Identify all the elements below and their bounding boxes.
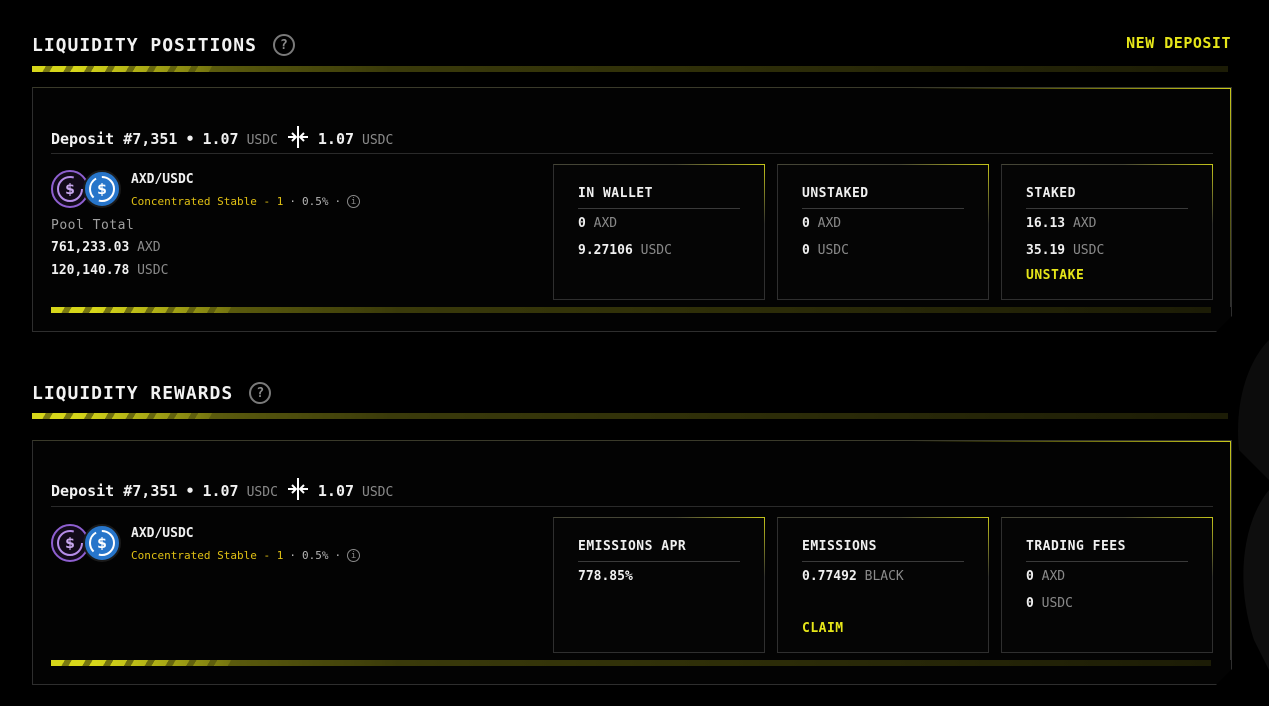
deposit-label: Deposit #7,351 — [51, 130, 178, 148]
unstaked-title: UNSTAKED — [802, 186, 869, 201]
pool-type: Concentrated Stable - 1 — [131, 195, 284, 208]
unstaked-axd-unit: AXD — [817, 216, 842, 231]
usdc-token-icon: $ — [83, 170, 121, 208]
positions-stripe-bar — [32, 66, 1228, 72]
staked-usdc-unit: USDC — [1072, 243, 1105, 258]
new-deposit-button[interactable]: NEW DEPOSIT — [1126, 34, 1231, 52]
deposit-summary: Deposit #7,351 • 1.07 USDC 1.07 USDC — [51, 120, 393, 148]
emissions-apr-value: 778.85% — [578, 569, 633, 584]
question-circle-icon[interactable]: ? — [249, 382, 272, 404]
claim-button[interactable]: CLAIM — [802, 621, 844, 636]
separator: • — [185, 482, 195, 500]
range-low-unit: USDC — [246, 133, 278, 148]
deposit-label: Deposit #7,351 — [51, 482, 178, 500]
unstaked-axd-value: 0 — [802, 216, 810, 231]
pool-usdc-value: 120,140.78 — [51, 263, 130, 278]
svg-text:$: $ — [65, 536, 75, 552]
card-stripe-bar — [51, 660, 1211, 666]
unstaked-usdc-value: 0 — [802, 243, 810, 258]
emissions-title: EMISSIONS — [802, 539, 877, 554]
trading-fees-box: TRADING FEES 0 AXD 0 USDC — [1001, 517, 1213, 653]
positions-header: LIQUIDITY POSITIONS ? — [32, 34, 295, 56]
range-high-unit: USDC — [362, 485, 394, 500]
card-divider — [51, 506, 1213, 507]
position-card: Deposit #7,351 • 1.07 USDC 1.07 USDC $ $… — [32, 87, 1232, 332]
info-circle-icon[interactable]: i — [347, 549, 360, 562]
separator: · — [334, 549, 342, 562]
card-stripe-bar — [51, 307, 1211, 313]
svg-text:$: $ — [97, 182, 107, 198]
fees-usdc-value: 0 — [1026, 596, 1034, 611]
range-high: 1.07 — [317, 482, 355, 500]
rewards-stripe-bar — [32, 413, 1228, 419]
svg-text:$: $ — [65, 182, 75, 198]
pool-axd-value: 761,233.03 — [51, 240, 130, 255]
fees-axd-value: 0 — [1026, 569, 1034, 584]
positions-title: LIQUIDITY POSITIONS — [32, 34, 257, 56]
svg-text:$: $ — [97, 536, 107, 552]
range-arrows-icon — [286, 477, 310, 501]
range-high-unit: USDC — [362, 133, 394, 148]
usdc-token-icon: $ — [83, 524, 121, 562]
pair-info: $ $ AXD/USDC Concentrated Stable - 1 · 0… — [51, 524, 360, 564]
rewards-title: LIQUIDITY REWARDS — [32, 382, 234, 404]
unstaked-box: UNSTAKED 0 AXD 0 USDC — [777, 164, 989, 300]
emissions-apr-box: EMISSIONS APR 778.85% — [553, 517, 765, 653]
range-high: 1.07 — [317, 130, 355, 148]
card-divider — [51, 153, 1213, 154]
wallet-axd-value: 0 — [578, 216, 586, 231]
reward-card: Deposit #7,351 • 1.07 USDC 1.07 USDC $ $… — [32, 440, 1232, 685]
deposit-summary: Deposit #7,351 • 1.07 USDC 1.07 USDC — [51, 472, 393, 500]
trading-fees-title: TRADING FEES — [1026, 539, 1126, 554]
pool-fee: 0.5% — [301, 195, 329, 208]
in-wallet-box: IN WALLET 0 AXD 9.27106 USDC — [553, 164, 765, 300]
pool-fee: 0.5% — [301, 549, 329, 562]
fees-axd-unit: AXD — [1041, 569, 1066, 584]
staked-box: STAKED 16.13 AXD 35.19 USDC UNSTAKE — [1001, 164, 1213, 300]
emissions-apr-title: EMISSIONS APR — [578, 539, 687, 554]
pair-name: AXD/USDC — [131, 172, 194, 187]
emissions-value: 0.77492 — [802, 569, 857, 584]
in-wallet-title: IN WALLET — [578, 186, 653, 201]
rewards-header: LIQUIDITY REWARDS ? — [32, 382, 272, 404]
unstaked-usdc-unit: USDC — [817, 243, 849, 258]
range-low: 1.07 — [202, 482, 239, 500]
question-circle-icon[interactable]: ? — [272, 34, 295, 56]
background-decoration — [1229, 340, 1269, 706]
staked-usdc-value: 35.19 — [1026, 243, 1066, 258]
pool-total: Pool Total 761,233.03 AXD 120,140.78 USD… — [51, 218, 168, 278]
staked-title: STAKED — [1026, 186, 1076, 201]
staked-axd-unit: AXD — [1072, 216, 1097, 231]
unstake-button[interactable]: UNSTAKE — [1026, 268, 1084, 283]
range-arrows-icon — [286, 125, 310, 149]
wallet-usdc-value: 9.27106 — [578, 243, 633, 258]
separator: • — [185, 130, 195, 148]
separator: · — [289, 549, 296, 562]
info-circle-icon[interactable]: i — [347, 195, 360, 208]
pair-info: $ $ AXD/USDC Concentrated Stable - 1 · 0… — [51, 170, 360, 210]
separator: · — [334, 195, 342, 208]
pair-name: AXD/USDC — [131, 526, 194, 541]
wallet-usdc-unit: USDC — [640, 243, 672, 258]
fees-usdc-unit: USDC — [1041, 596, 1073, 611]
pool-axd-unit: AXD — [137, 240, 161, 255]
emissions-box: EMISSIONS 0.77492 BLACK CLAIM — [777, 517, 989, 653]
range-low: 1.07 — [202, 130, 239, 148]
pool-usdc-unit: USDC — [137, 263, 169, 278]
wallet-axd-unit: AXD — [593, 216, 618, 231]
range-low-unit: USDC — [246, 485, 278, 500]
emissions-unit: BLACK — [864, 569, 904, 584]
separator: · — [289, 195, 296, 208]
staked-axd-value: 16.13 — [1026, 216, 1066, 231]
pool-total-label: Pool Total — [51, 218, 135, 233]
pool-type: Concentrated Stable - 1 — [131, 549, 284, 562]
